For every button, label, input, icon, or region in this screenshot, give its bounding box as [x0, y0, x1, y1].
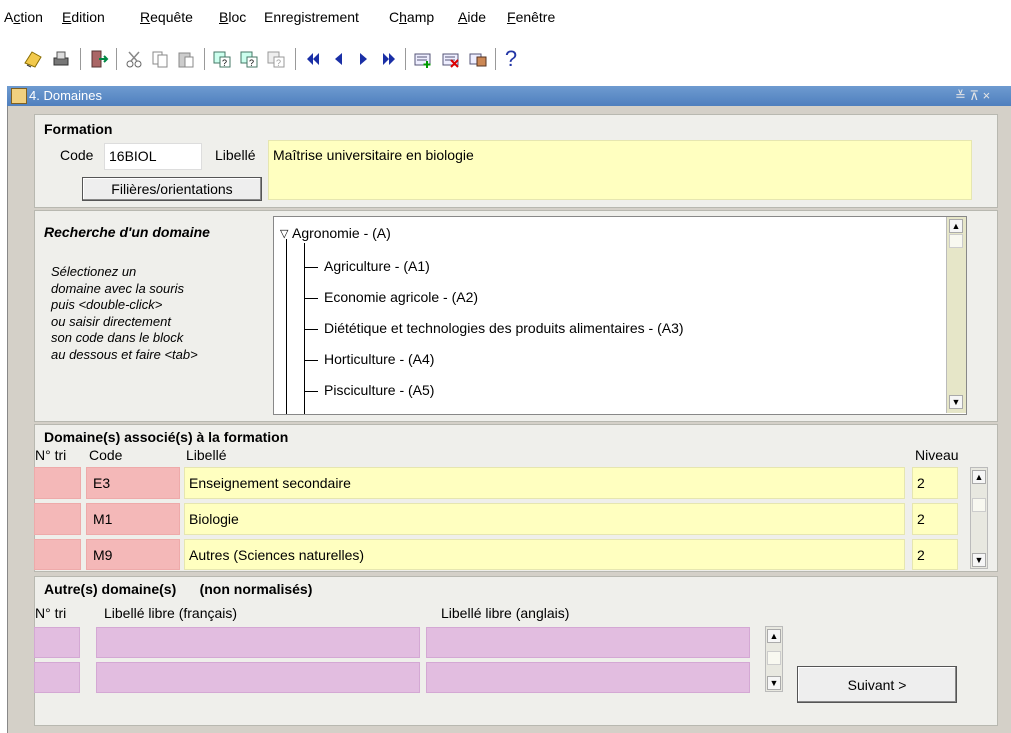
- cancel-query-icon[interactable]: ?: [265, 48, 287, 70]
- tree-item[interactable]: Diététique et technologies des produits …: [324, 320, 684, 336]
- instruction-line: ou saisir directement: [51, 313, 171, 329]
- col-libelle-header: Libellé: [186, 447, 227, 463]
- autres-libelle-fr-field[interactable]: [96, 627, 420, 658]
- recherche-heading: Recherche d'un domaine: [44, 224, 210, 240]
- paste-icon[interactable]: [175, 48, 197, 70]
- autres-libelle-en-field[interactable]: [426, 627, 750, 658]
- scroll-up-icon[interactable]: ▲: [767, 629, 781, 643]
- libelle-field[interactable]: Maîtrise universitaire en biologie: [268, 140, 972, 200]
- menu-action[interactable]: Action: [4, 9, 43, 25]
- row-tri-field[interactable]: [34, 467, 81, 499]
- delete-record-icon[interactable]: [440, 48, 462, 70]
- instruction-line: domaine avec la souris: [51, 280, 184, 296]
- autres-col-en-header: Libellé libre (anglais): [441, 605, 570, 621]
- menu-bloc[interactable]: Bloc: [219, 9, 246, 25]
- row-tri-field[interactable]: [34, 503, 81, 535]
- scroll-down-icon[interactable]: ▼: [972, 553, 986, 567]
- autres-heading: Autre(s) domaine(s) (non normalisés): [44, 581, 313, 597]
- row-libelle-field[interactable]: Enseignement secondaire: [184, 467, 905, 499]
- lock-record-icon[interactable]: [467, 48, 489, 70]
- menu-requete[interactable]: Requête: [140, 9, 193, 25]
- instruction-line: puis <double-click>: [51, 297, 163, 312]
- suivant-button[interactable]: Suivant >: [797, 666, 957, 703]
- menu-fenetre[interactable]: Fenêtre: [507, 9, 555, 25]
- formation-heading: Formation: [44, 121, 113, 137]
- row-niveau-field[interactable]: 2: [912, 539, 958, 570]
- autres-tri-field[interactable]: [34, 627, 80, 658]
- autres-scrollbar[interactable]: ▲ ▼: [765, 626, 783, 692]
- print-icon[interactable]: [50, 48, 72, 70]
- cut-icon[interactable]: [123, 48, 145, 70]
- col-niveau-header: Niveau: [915, 447, 959, 463]
- scroll-up-icon[interactable]: ▲: [949, 219, 963, 233]
- tree-item[interactable]: Economie agricole - (A2): [324, 289, 478, 305]
- save-icon[interactable]: [22, 48, 44, 70]
- recherche-instructions: Sélectionez un domaine avec la souris pu…: [51, 264, 198, 363]
- autres-col-fr-header: Libellé libre (français): [104, 605, 238, 621]
- row-niveau-field[interactable]: 2: [912, 503, 958, 535]
- autres-col-tri-header: N° tri: [35, 605, 67, 621]
- scroll-thumb[interactable]: [949, 234, 963, 248]
- collapse-icon[interactable]: ▽: [280, 227, 288, 240]
- next-record-icon[interactable]: [352, 48, 374, 70]
- menu-aide[interactable]: Aide: [458, 9, 486, 25]
- row-niveau-field[interactable]: 2: [912, 467, 958, 499]
- window-title: 4. Domaines: [29, 88, 102, 103]
- row-libelle-field[interactable]: Biologie: [184, 503, 905, 535]
- insert-record-icon[interactable]: [412, 48, 434, 70]
- row-code-field[interactable]: M1: [86, 503, 180, 535]
- instruction-line: son code dans le block: [51, 330, 184, 345]
- row-code-field[interactable]: M9: [86, 539, 180, 570]
- exit-icon[interactable]: [88, 48, 110, 70]
- first-record-icon[interactable]: [302, 48, 324, 70]
- instruction-line: Sélectionez un: [51, 264, 137, 279]
- row-code-field[interactable]: E3: [86, 467, 180, 499]
- execute-query-icon[interactable]: ?: [238, 48, 260, 70]
- row-tri-field[interactable]: [34, 539, 81, 570]
- tree-item[interactable]: Pisciculture - (A5): [324, 382, 434, 398]
- tree-item[interactable]: Horticulture - (A4): [324, 351, 434, 367]
- col-code-header: Code: [89, 447, 123, 463]
- instruction-line: au dessous et faire <tab>: [51, 346, 198, 362]
- menu-enregistrement[interactable]: Enregistrement: [264, 9, 359, 25]
- svg-text:?: ?: [222, 58, 227, 68]
- menu-edition[interactable]: Edition: [62, 9, 105, 25]
- tree-item[interactable]: Agriculture - (A1): [324, 258, 430, 274]
- help-icon[interactable]: ?: [500, 46, 522, 71]
- svg-text:?: ?: [276, 58, 281, 68]
- scroll-thumb[interactable]: [767, 651, 781, 665]
- filieres-orientations-button[interactable]: Filières/orientations: [82, 177, 262, 201]
- col-tri-header: N° tri: [35, 447, 67, 463]
- domain-tree[interactable]: ▽ Agronomie - (A) Agriculture - (A1) Eco…: [273, 216, 967, 415]
- row-libelle-field[interactable]: Autres (Sciences naturelles): [184, 539, 905, 570]
- tree-scrollbar[interactable]: ▲ ▼: [946, 217, 966, 413]
- autres-tri-field[interactable]: [34, 662, 80, 693]
- last-record-icon[interactable]: [378, 48, 400, 70]
- menu-champ[interactable]: Champ: [389, 9, 434, 25]
- libelle-label: Libellé: [215, 147, 256, 163]
- scroll-down-icon[interactable]: ▼: [767, 676, 781, 690]
- svg-text:?: ?: [249, 58, 254, 68]
- window-controls[interactable]: ≚ ⊼ ×: [955, 88, 990, 104]
- autres-libelle-fr-field[interactable]: [96, 662, 420, 693]
- scroll-thumb[interactable]: [972, 498, 986, 512]
- previous-record-icon[interactable]: [328, 48, 350, 70]
- code-label: Code: [60, 147, 94, 163]
- tree-root[interactable]: Agronomie - (A): [292, 225, 391, 241]
- window-title-bar: 4. Domaines ≚ ⊼ ×: [7, 86, 1011, 106]
- scroll-down-icon[interactable]: ▼: [949, 395, 963, 409]
- code-field[interactable]: 16BIOL: [104, 143, 202, 170]
- domaines-heading: Domaine(s) associé(s) à la formation: [44, 429, 289, 445]
- copy-icon[interactable]: [149, 48, 171, 70]
- scroll-up-icon[interactable]: ▲: [972, 470, 986, 484]
- form-icon: [11, 88, 27, 104]
- autres-libelle-en-field[interactable]: [426, 662, 750, 693]
- menu-bar: Action Edition Requête Bloc Enregistreme…: [0, 0, 1011, 34]
- domaines-scrollbar[interactable]: ▲ ▼: [970, 467, 988, 569]
- enter-query-icon[interactable]: ?: [211, 48, 233, 70]
